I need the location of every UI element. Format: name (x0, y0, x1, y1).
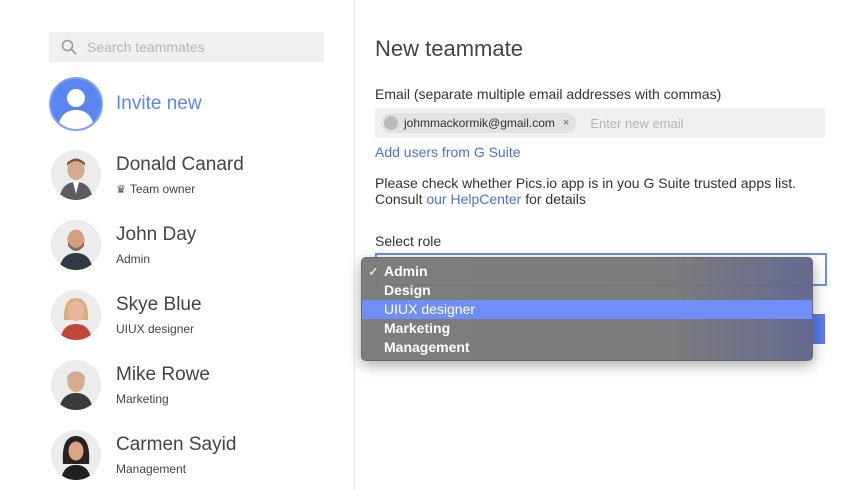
role-option-management[interactable]: Management (362, 338, 812, 357)
member-carmen-sayid[interactable]: Carmen Sayid Management (51, 430, 236, 480)
search-input[interactable] (87, 39, 307, 55)
avatar (51, 220, 101, 270)
chip-email: johmmackormik@gmail.com (404, 116, 555, 130)
search-icon (61, 39, 77, 55)
note-tail: for details (525, 191, 586, 207)
role-option-design[interactable]: Design (362, 281, 812, 300)
add-gsuite-users-link[interactable]: Add users from G Suite (375, 144, 521, 160)
user-avatar-icon (384, 116, 398, 130)
member-name: Donald Canard (116, 154, 244, 175)
member-role: Marketing (116, 392, 169, 406)
member-role: UIUX designer (116, 322, 195, 336)
crown-icon: ♛ (116, 183, 126, 196)
role-option-admin[interactable]: ✓ Admin (362, 262, 812, 281)
email-field[interactable]: johmmackormik@gmail.com × (375, 108, 825, 138)
email-input[interactable] (590, 115, 791, 131)
member-role: Team owner (129, 182, 196, 196)
checkmark-icon: ✓ (368, 264, 379, 279)
role-label: Select role (375, 233, 442, 249)
option-label: Management (384, 339, 470, 355)
member-role-row: ♛ Team owner (116, 182, 244, 196)
role-option-uiux-designer[interactable]: UIUX designer (362, 300, 812, 319)
new-teammate-form: New teammate Email (separate multiple em… (375, 0, 863, 490)
avatar (51, 360, 101, 410)
member-skye-blue[interactable]: Skye Blue UIUX designer (51, 290, 202, 340)
member-role: Management (116, 462, 187, 476)
note-line-1: Please check whether Pics.io app is in y… (375, 175, 796, 191)
search-bar[interactable] (49, 32, 324, 62)
option-label: UIUX designer (384, 301, 476, 317)
email-label: Email (separate multiple email addresses… (375, 86, 722, 102)
teammates-sidebar: Invite new Donald Canard ♛ Team owner Jo… (0, 0, 355, 490)
member-role: Admin (116, 252, 151, 266)
helpcenter-link[interactable]: our HelpCenter (426, 191, 521, 207)
remove-chip-icon[interactable]: × (563, 117, 569, 129)
invite-new-button[interactable]: Invite new (49, 77, 202, 131)
member-donald-canard[interactable]: Donald Canard ♛ Team owner (51, 150, 244, 200)
avatar (51, 150, 101, 200)
option-label: Admin (384, 263, 428, 279)
member-name: Carmen Sayid (116, 434, 237, 455)
role-option-marketing[interactable]: Marketing (362, 319, 812, 338)
note-consult: Consult (375, 191, 423, 207)
user-placeholder-icon (49, 77, 103, 131)
member-name: John Day (116, 224, 197, 245)
member-mike-rowe[interactable]: Mike Rowe Marketing (51, 360, 210, 410)
role-dropdown-menu: ✓ Admin Design UIUX designer Marketing M… (361, 257, 813, 361)
member-name: Skye Blue (116, 294, 202, 315)
gsuite-note: Please check whether Pics.io app is in y… (375, 175, 825, 207)
invite-new-label: Invite new (116, 93, 202, 114)
email-chip: johmmackormik@gmail.com × (381, 113, 577, 133)
page-title: New teammate (375, 36, 523, 61)
member-name: Mike Rowe (116, 364, 210, 385)
avatar (51, 430, 101, 480)
avatar (51, 290, 101, 340)
option-label: Marketing (384, 320, 451, 336)
member-john-day[interactable]: John Day Admin (51, 220, 196, 270)
option-label: Design (384, 282, 431, 298)
